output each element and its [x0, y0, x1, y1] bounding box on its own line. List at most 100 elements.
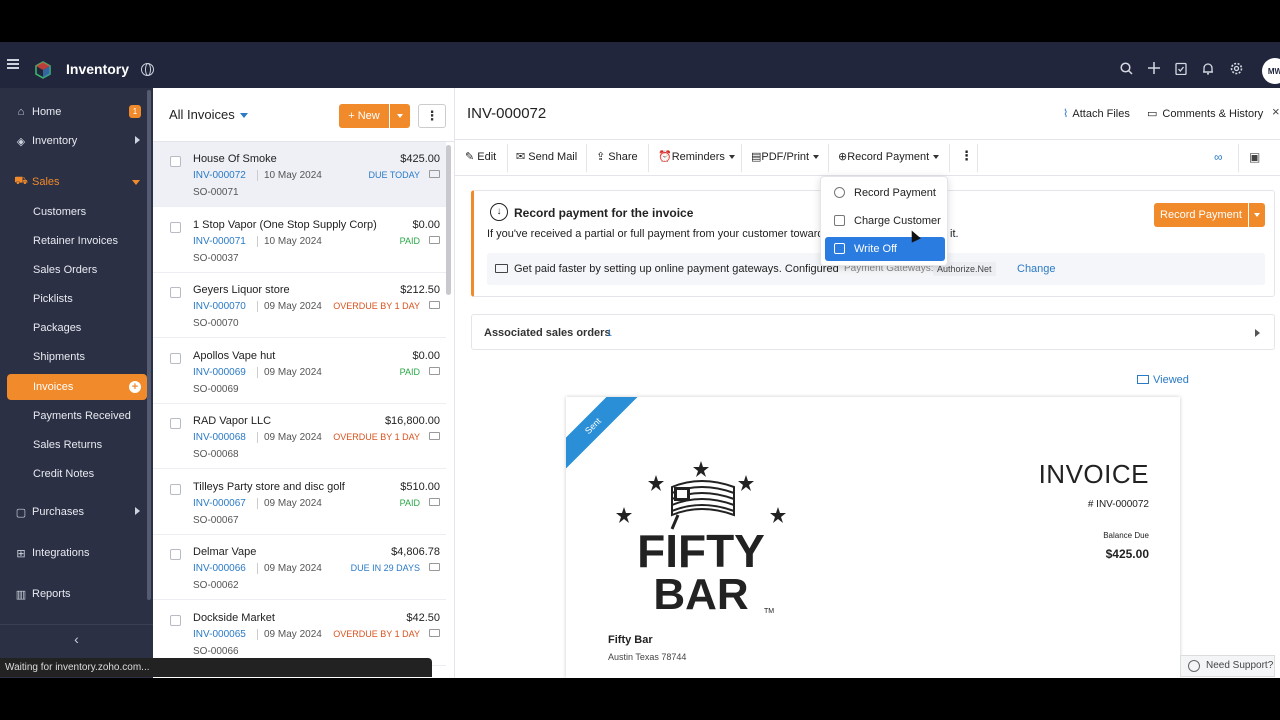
list-more-button[interactable]: ⋮ [418, 104, 446, 128]
pencil-icon: ✎ [465, 151, 478, 163]
search-icon[interactable] [1120, 62, 1133, 75]
collapse-sidebar-button[interactable]: ‹ [0, 624, 153, 656]
invoice-number[interactable]: INV-000066 [193, 563, 246, 574]
table-row[interactable]: Dockside Market $42.50 INV-000065 09 May 20… [153, 601, 446, 666]
row-checkbox[interactable] [170, 352, 181, 364]
need-support-button[interactable]: Need Support? [1180, 655, 1275, 677]
invoice-number[interactable]: INV-000065 [193, 629, 246, 640]
sidebar-item-label: Reports [32, 588, 71, 600]
sidebar-item-integrations[interactable]: ⊞ Integrations [0, 541, 146, 565]
globe-icon[interactable] [141, 63, 154, 76]
sidebar-item-shipments[interactable]: Shipments [0, 345, 146, 369]
table-row[interactable]: Tilleys Party store and disc golf $510.00… [153, 470, 446, 535]
record-payment-button[interactable]: Record Payment [1154, 203, 1248, 227]
task-icon[interactable] [1175, 62, 1187, 75]
sales-order-number: SO-00066 [193, 645, 239, 657]
sidebar-item-home[interactable]: ⌂ Home [0, 100, 146, 124]
sidebar-item-invoices[interactable]: Invoices + [7, 374, 147, 400]
customer-name: Geyers Liquor store [193, 284, 290, 296]
chevron-right-icon [135, 507, 140, 515]
sidebar-item-purchases[interactable]: ▢ Purchases [0, 500, 146, 524]
close-icon[interactable]: × [1272, 104, 1280, 119]
row-checkbox[interactable] [170, 156, 181, 167]
add-invoice-icon[interactable]: + [129, 381, 141, 393]
chevron-down-icon[interactable] [240, 113, 248, 118]
sidebar-item-sales-returns[interactable]: Sales Returns [0, 433, 146, 457]
plus-icon[interactable] [1148, 62, 1160, 74]
row-checkbox[interactable] [170, 549, 181, 560]
row-checkbox[interactable] [170, 221, 181, 233]
record-payment-dropdown-button[interactable] [1249, 203, 1265, 227]
customer-name: Dockside Market [193, 611, 275, 624]
invoice-number[interactable]: INV-000068 [193, 432, 246, 443]
sales-order-number: SO-00070 [193, 318, 239, 329]
comments-history-button[interactable]: ▭ Comments & History [1147, 107, 1263, 120]
invoice-number[interactable]: INV-000070 [193, 301, 246, 312]
share-button[interactable]: ⇪ Share [596, 150, 638, 163]
link-icon[interactable]: ∞ [1214, 150, 1223, 164]
table-row[interactable]: Geyers Liquor store $212.50 INV-000070 09 M… [153, 273, 446, 338]
edit-button[interactable]: ✎ Edit [465, 150, 496, 163]
sidebar-scrollbar[interactable] [147, 90, 151, 600]
list-scrollbar[interactable] [446, 145, 451, 295]
reminders-button[interactable]: ⏰Reminders [658, 150, 735, 163]
browser-status-bar: Waiting for inventory.zoho.com... [0, 658, 432, 677]
invoice-number[interactable]: INV-000067 [193, 498, 246, 509]
row-checkbox[interactable] [170, 483, 181, 495]
headset-icon [1188, 660, 1200, 672]
sidebar-item-sales[interactable]: ⛟ Sales [0, 170, 146, 194]
attach-files-button[interactable]: ⌇ Attach Files [1063, 107, 1130, 120]
app-title[interactable]: Inventory [66, 61, 129, 77]
sidebar-item-payments-received[interactable]: Payments Received [0, 404, 146, 428]
sidebar-item-customers[interactable]: Customers [0, 200, 146, 224]
sidebar-item-label: Purchases [32, 506, 84, 518]
hamburger-menu-icon[interactable] [7, 59, 19, 69]
row-checkbox[interactable] [170, 287, 181, 298]
table-row[interactable]: 1 Stop Vapor (One Stop Supply Corp) $0.00… [153, 208, 446, 273]
sidebar-item-sales-orders[interactable]: Sales Orders [0, 258, 146, 282]
user-avatar[interactable]: MW [1262, 58, 1280, 84]
invoice-number[interactable]: INV-000071 [193, 236, 246, 247]
sidebar-item-reports[interactable]: ▥ Reports [0, 582, 146, 606]
sidebar-item-picklists[interactable]: Picklists [0, 287, 146, 311]
sidebar-item-label: Sales [32, 176, 60, 188]
sidebar-item-packages[interactable]: Packages [0, 316, 146, 340]
mail-icon [429, 366, 440, 375]
row-checkbox[interactable] [170, 418, 181, 429]
status-badge: DUE IN 29 DAYS [350, 563, 420, 573]
gateway-text: Get paid faster by setting up online pay… [514, 263, 839, 275]
invoice-amount: $16,800.00 [384, 415, 440, 427]
table-row[interactable]: Apollos Vape hut $0.00 INV-000069 09 May 20… [153, 339, 446, 404]
row-checkbox[interactable] [170, 614, 181, 626]
bell-icon[interactable] [1202, 62, 1214, 75]
gear-icon[interactable] [1230, 62, 1243, 75]
sidebar-item-inventory[interactable]: ◈ Inventory [0, 129, 146, 153]
share-label: Share [608, 151, 638, 163]
toolbar-divider [648, 144, 649, 172]
clipboard-check-icon[interactable]: ▣ [1249, 150, 1260, 164]
sidebar-item-retainer-invoices[interactable]: Retainer Invoices [0, 229, 146, 253]
pdf-print-button[interactable]: ▤PDF/Print [751, 150, 820, 163]
customer-name: House Of Smoke [193, 153, 277, 165]
record-payment-menu-button[interactable]: ⊕Record Payment [838, 150, 940, 163]
list-view-selector[interactable]: All Invoices [169, 107, 235, 122]
menu-item-record-payment[interactable]: Record Payment [825, 181, 945, 205]
chevron-down-icon [728, 155, 735, 160]
invoice-number[interactable]: INV-000069 [193, 367, 246, 378]
menu-item-charge-customer[interactable]: Charge Customer [825, 209, 945, 233]
table-row[interactable]: House Of Smoke $425.00 INV-000072 10 May 20… [153, 142, 446, 207]
invoice-number[interactable]: INV-000072 [193, 170, 246, 181]
invoice-toolbar: ✎ Edit ✉ Send Mail ⇪ Share ⏰Reminders ▤P… [455, 140, 1280, 176]
send-mail-button[interactable]: ✉ Send Mail [516, 150, 577, 163]
menu-item-write-off[interactable]: Write Off [825, 237, 945, 261]
new-dropdown-button[interactable] [390, 104, 410, 128]
change-gateway-link[interactable]: Change [1017, 263, 1056, 275]
toolbar-more-button[interactable]: ⋮ [960, 148, 973, 164]
download-circle-icon: ↓ [490, 203, 508, 221]
table-row[interactable]: Delmar Vape $4,806.78 INV-000066 09 May 202… [153, 535, 446, 600]
document-heading: INVOICE [1038, 459, 1149, 489]
sidebar-item-credit-notes[interactable]: Credit Notes [0, 462, 146, 486]
associated-sales-orders[interactable]: Associated sales orders 1 [471, 314, 1275, 350]
table-row[interactable]: RAD Vapor LLC $16,800.00 INV-000068 09 May … [153, 404, 446, 469]
new-invoice-button[interactable]: + New [339, 104, 389, 128]
